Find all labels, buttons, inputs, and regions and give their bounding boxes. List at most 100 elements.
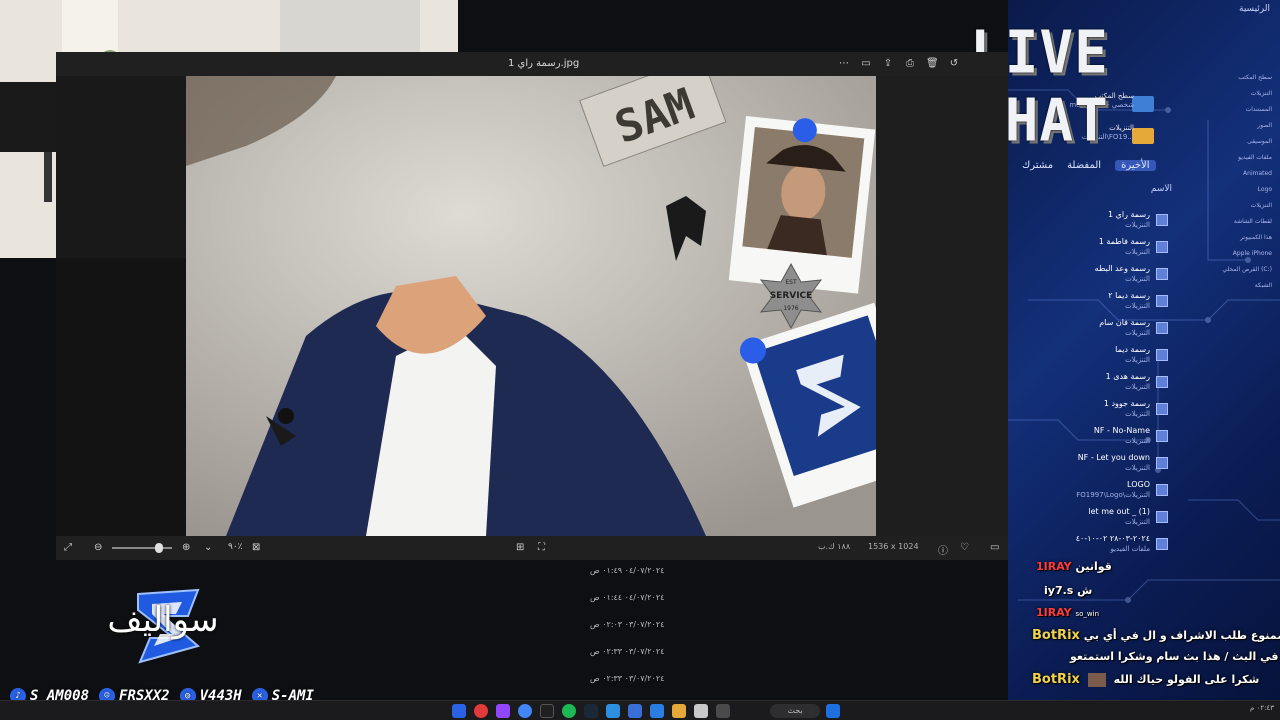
nav-pane-item[interactable]: Animated <box>1202 166 1272 182</box>
compare-icon[interactable]: ⊞ <box>516 542 524 553</box>
taskbar-clock[interactable]: ٠٢:٤٣ م <box>1250 704 1274 712</box>
channel-brand-logo: سواليف <box>28 586 298 666</box>
app-icon[interactable] <box>452 704 466 718</box>
file-name: رسمة ديما ٢ <box>1108 290 1150 300</box>
file-location: التنزيلات <box>1125 355 1150 364</box>
file-thumbnail-icon <box>1156 213 1168 226</box>
file-location: التنزيلات <box>1125 220 1150 229</box>
image-dimensions: 1536 x 1024 <box>868 542 919 551</box>
tab-shared[interactable]: مشترك <box>1022 160 1053 171</box>
file-name: NF - Let you down <box>1077 452 1150 462</box>
chevron-down-icon[interactable]: ⌄ <box>204 542 212 553</box>
more-options-icon[interactable]: ⋯ <box>838 58 850 70</box>
edge-icon[interactable] <box>606 704 620 718</box>
nav-pane-item[interactable]: Apple iPhone <box>1202 246 1272 262</box>
fit-icon[interactable]: ⊠ <box>252 542 260 553</box>
file-name: ٢٠٢٤-٠٣-٢٨ ٠٢-١٠-٤٠ <box>1075 533 1150 543</box>
file-name: رسمة هدى 1 <box>1105 371 1150 381</box>
delete-icon[interactable]: 🗑 <box>926 58 939 70</box>
file-row[interactable]: رسمة ديما ٢ التنزيلات <box>1038 287 1168 314</box>
share-icon[interactable]: ⇪ <box>882 58 894 70</box>
bot-message: BotRix بة .ممنوع طلب الاشراف و ال في أي … <box>1032 628 1280 643</box>
image-canvas[interactable]: SAM EST SERVICE 1976 <box>186 76 876 536</box>
app-icon[interactable] <box>694 704 708 718</box>
fullscreen-icon[interactable]: ⛶ <box>538 542 545 553</box>
nav-pane-item[interactable]: هذا الكمبيوتر <box>1202 230 1272 246</box>
zoom-level[interactable]: ٩٠٪ <box>228 542 243 552</box>
viewer-title: رسمة راي 1.jpg <box>508 58 580 69</box>
terminal-icon[interactable] <box>540 704 554 718</box>
favorite-icon[interactable]: ♡ <box>960 542 969 553</box>
app-icon[interactable] <box>496 704 510 718</box>
file-row[interactable]: رسمة راي 1 التنزيلات <box>1038 206 1168 233</box>
file-date: ٠٤/٠٧/٢٠٢٤ ٠١:٤٤ ص <box>590 593 665 602</box>
taskbar: بحث ٠٢:٤٣ م <box>0 700 1280 720</box>
badge-est: EST <box>785 279 797 286</box>
viewer-toolbar: ⤢ ⊖ ⊕ ⌄ ٩٠٪ ⊠ ⊞ ⛶ ١٨٨ ك.ب 1536 x 1024 ⓘ … <box>56 536 1008 560</box>
zoom-slider[interactable] <box>112 543 172 553</box>
nav-pane-item[interactable]: Logo <box>1202 182 1272 198</box>
chrome-icon[interactable] <box>518 704 532 718</box>
column-header-name[interactable]: الاسم <box>1151 184 1172 194</box>
tab-recent[interactable]: الأخيرة <box>1115 160 1156 171</box>
file-name: رسمة فاطمة 1 <box>1098 236 1150 246</box>
file-name: رسمة ديما <box>1115 344 1150 354</box>
file-name: رسمة جوود 1 <box>1103 398 1150 408</box>
file-thumbnail-icon <box>1156 321 1168 334</box>
start-icon[interactable] <box>826 704 840 718</box>
file-row[interactable]: رسمة هدى 1 التنزيلات <box>1038 368 1168 395</box>
file-row[interactable]: ٢٠٢٤-٠٣-٢٨ ٠٢-١٠-٤٠ ملفات الفيديو <box>1038 530 1168 557</box>
photo-viewer-window: رسمة راي 1.jpg ⋯ ▭ ⇪ ⎙ 🗑 ↺ SAM EST SERVI… <box>56 52 1008 560</box>
nav-pane-item[interactable]: القرص المحلي (C:) <box>1202 262 1272 278</box>
nav-pane-item[interactable]: التنزيلات <box>1202 198 1272 214</box>
print-icon[interactable]: ⎙ <box>904 58 916 70</box>
nav-pane-item[interactable]: الشبكة <box>1202 278 1272 294</box>
filmstrip-icon[interactable]: ▭ <box>990 542 999 553</box>
chat-message: iy7.s ش <box>1044 584 1093 597</box>
file-row[interactable]: رسمة ديما التنزيلات <box>1038 341 1168 368</box>
zoom-out-icon[interactable]: ⊖ <box>94 542 102 553</box>
store-icon[interactable] <box>650 704 664 718</box>
file-name: رسمة وعد البطه <box>1094 263 1150 273</box>
chat-message: 1IRAY so_win <box>1036 606 1100 619</box>
file-row[interactable]: رسمة فاطمة 1 التنزيلات <box>1038 233 1168 260</box>
explorer-tabs: مشترك المفضلة الأخيرة <box>1022 160 1156 171</box>
info-icon[interactable]: ⓘ <box>938 542 948 557</box>
file-row[interactable]: رسمة فان سام التنزيلات <box>1038 314 1168 341</box>
file-row[interactable]: رسمة وعد البطه التنزيلات <box>1038 260 1168 287</box>
file-size: ١٨٨ ك.ب <box>818 542 851 551</box>
file-row[interactable]: let me out _ (1) التنزيلات <box>1038 503 1168 530</box>
taskbar-search[interactable]: بحث <box>770 704 820 718</box>
bot-message: BotRix شكرا على الفولو حياك الله <box>1032 672 1260 687</box>
bot-message: ثاني في البث / هذا بث سام وشكرا استمتعو <box>1070 650 1280 663</box>
rotate-icon[interactable]: ↺ <box>948 58 960 70</box>
file-location: التنزيلات <box>1125 463 1150 472</box>
steam-icon[interactable] <box>584 704 598 718</box>
task-view-icon[interactable] <box>716 704 730 718</box>
file-row[interactable]: LOGO FO1997\Logo\التنزيلات <box>1038 476 1168 503</box>
explorer-home-label[interactable]: الرئيسية <box>1239 4 1270 14</box>
edit-icon[interactable]: ▭ <box>860 58 872 70</box>
file-location: التنزيلات <box>1125 409 1150 418</box>
file-row[interactable]: NF - Let you down التنزيلات <box>1038 449 1168 476</box>
file-row[interactable]: رسمة جوود 1 التنزيلات <box>1038 395 1168 422</box>
zoom-slider-thumb[interactable] <box>154 543 163 553</box>
spotify-icon[interactable] <box>562 704 576 718</box>
obs-icon[interactable] <box>474 704 488 718</box>
nav-pane-item[interactable]: لقطات الشاشة <box>1202 214 1272 230</box>
file-date: ٠٣/٠٧/٢٠٢٤ ٠٢:٠٣ ص <box>590 620 665 629</box>
file-name: رسمة راي 1 <box>1107 209 1150 219</box>
file-thumbnail-icon <box>1156 402 1168 415</box>
expand-icon[interactable]: ⤢ <box>64 542 72 553</box>
app-icon[interactable] <box>628 704 642 718</box>
live-chat-title: LIVE CHAT <box>970 18 1109 156</box>
file-row[interactable]: NF - No-Name التنزيلات <box>1038 422 1168 449</box>
drawing-image: SAM EST SERVICE 1976 <box>186 76 876 536</box>
tab-favorites[interactable]: المفضلة <box>1067 160 1101 171</box>
viewer-left-panel <box>56 76 186 536</box>
zoom-in-icon[interactable]: ⊕ <box>182 542 190 553</box>
chat-message: 1IRAY قوانين <box>1036 560 1112 573</box>
file-explorer-icon[interactable] <box>672 704 686 718</box>
polaroid-photo <box>728 116 876 294</box>
bot-avatar <box>1087 673 1106 687</box>
